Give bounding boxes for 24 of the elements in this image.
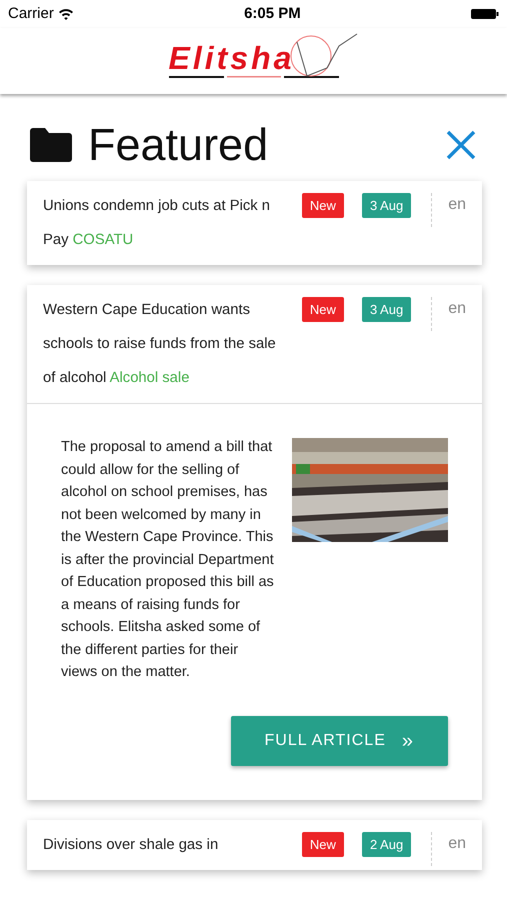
carrier-label: Carrier [8,4,54,24]
language-label: en [448,299,466,319]
wifi-icon [58,8,74,20]
article-title: Divisions over shale gas in [43,836,218,852]
date-badge: 3 Aug [362,193,412,218]
language-label: en [448,195,466,215]
page-title: Featured [88,122,268,167]
battery-icon [470,8,499,20]
folder-icon [30,128,72,162]
new-badge: New [302,832,344,856]
clock: 6:05 PM [244,4,301,24]
article-title: Western Cape Education wants schools to raise funds from the sale of alcohol Alcohol sale [43,302,276,386]
article-card[interactable]: Unions condemn job cuts at Pick n Pay COSATU New 3 Aug en [27,181,482,265]
article-card[interactable] [27,285,482,800]
logo-text: Elitsha [168,42,294,74]
date-badge: 3 Aug [362,297,412,322]
new-badge: New [302,297,344,322]
article-summary: The proposal to amend a bill that could allow for the selling of alcohol on school premises, has not been welcomed by many in the Western Cape Province. This is after the provincial Department of Education proposed this bill as a means of raising funds for schools. Elitsha asked some of the different parties for their views on the matter. [61,438,275,682]
new-badge: New [302,193,344,218]
article-title: Unions condemn job cuts at Pick n Pay COSATU [43,198,270,248]
close-icon[interactable] [445,128,477,160]
language-label: en [448,834,466,854]
date-badge: 2 Aug [362,832,412,856]
article-card[interactable]: Divisions over shale gas in New 2 Aug en [27,820,482,870]
